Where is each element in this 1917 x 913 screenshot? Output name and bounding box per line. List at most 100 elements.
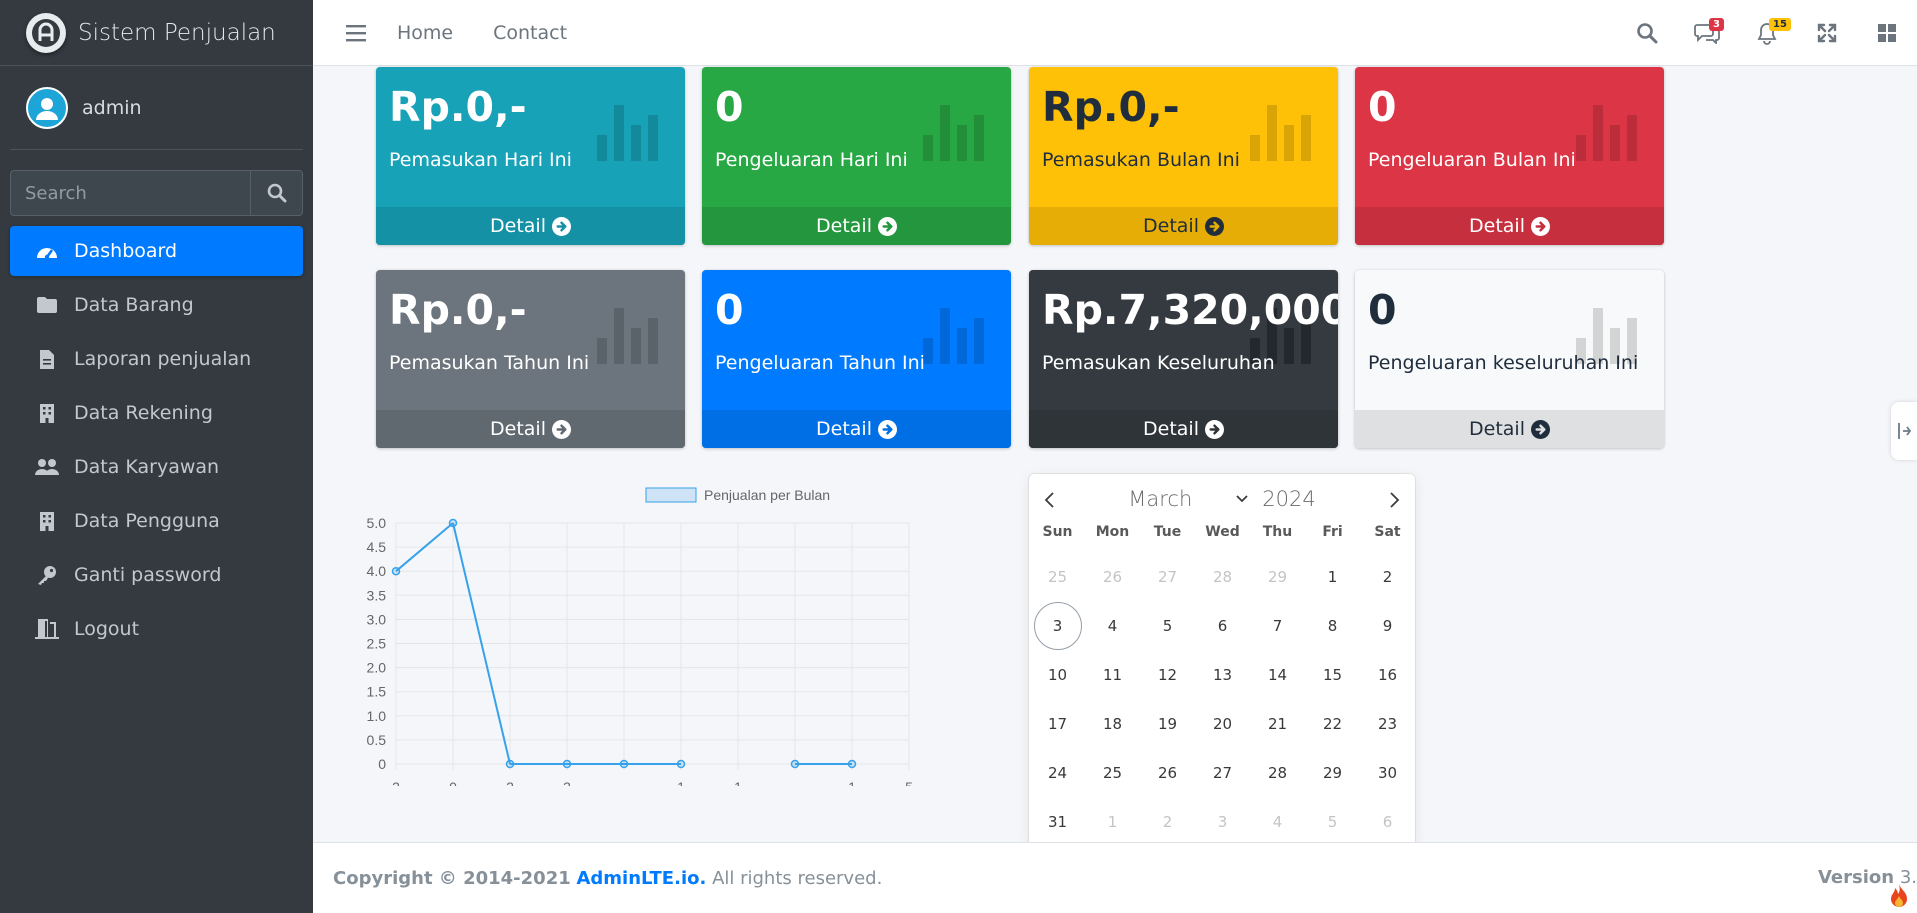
calendar-day[interactable]: 12 <box>1140 650 1195 699</box>
sidebar-item-data-pengguna[interactable]: Data Pengguna <box>10 496 303 546</box>
calendar-day[interactable]: 1 <box>1085 797 1140 846</box>
calendar-day[interactable]: 5 <box>1305 797 1360 846</box>
y-tick-label: 4.0 <box>367 563 387 579</box>
bar-chart-icon <box>1576 105 1637 161</box>
arrow-circle-right-icon <box>877 216 897 236</box>
calendar-day[interactable]: 5 <box>1140 601 1195 650</box>
calendar-day[interactable]: 2 <box>1140 797 1195 846</box>
side-panel-toggle[interactable] <box>1891 402 1917 460</box>
calendar-day[interactable]: 6 <box>1195 601 1250 650</box>
building-icon <box>34 402 60 424</box>
calendar-day[interactable]: 18 <box>1085 699 1140 748</box>
calendar-day[interactable]: 7 <box>1250 601 1305 650</box>
search-icon <box>267 183 286 203</box>
calendar-day[interactable]: 4 <box>1085 601 1140 650</box>
calendar-day[interactable]: 2 <box>1360 552 1415 601</box>
user-panel[interactable]: admin <box>10 66 303 150</box>
nav-link-contact[interactable]: Contact <box>493 22 567 44</box>
detail-link[interactable]: Detail <box>1029 207 1338 245</box>
fullscreen-button[interactable] <box>1797 0 1857 66</box>
calendar-day[interactable]: 15 <box>1305 650 1360 699</box>
menu-toggle-button[interactable] <box>341 24 371 42</box>
calendar-day[interactable]: 30 <box>1360 748 1415 797</box>
detail-link[interactable]: Detail <box>702 410 1011 448</box>
calendar-day[interactable]: 29 <box>1250 552 1305 601</box>
fire-icon <box>1891 884 1907 907</box>
month-label: March <box>1128 487 1193 511</box>
main-sidebar: Sistem Penjualan admin Dashboard <box>0 0 313 913</box>
calendar-day[interactable]: 4 <box>1250 797 1305 846</box>
calendar-day[interactable]: 31 <box>1030 797 1085 846</box>
prev-month-button[interactable] <box>1037 488 1061 512</box>
navbar-search-button[interactable] <box>1617 0 1677 66</box>
calendar-day[interactable]: 23 <box>1360 699 1415 748</box>
detail-link[interactable]: Detail <box>1355 207 1664 245</box>
detail-link[interactable]: Detail <box>376 207 685 245</box>
detail-link[interactable]: Detail <box>1029 410 1338 448</box>
calendar-day[interactable]: 26 <box>1140 748 1195 797</box>
calendar-day[interactable]: 27 <box>1195 748 1250 797</box>
month-select[interactable]: March <box>1128 487 1248 511</box>
calendar-day[interactable]: 16 <box>1360 650 1415 699</box>
nav-link-home[interactable]: Home <box>397 22 453 44</box>
detail-link[interactable]: Detail <box>1355 410 1664 448</box>
building-icon <box>34 510 60 532</box>
user-name[interactable]: admin <box>82 97 142 119</box>
search-input[interactable] <box>10 170 250 216</box>
adminlte-link[interactable]: AdminLTE.io. <box>576 868 706 889</box>
brand-link[interactable]: Sistem Penjualan <box>0 0 313 66</box>
calendar-day[interactable]: 14 <box>1250 650 1305 699</box>
file-icon <box>34 348 60 370</box>
calendar-day[interactable]: 8 <box>1305 601 1360 650</box>
main-footer: Copyright © 2014-2021 AdminLTE.io. All r… <box>313 842 1917 913</box>
sidebar-item-data-karyawan[interactable]: Data Karyawan <box>10 442 303 492</box>
search-button[interactable] <box>250 170 303 216</box>
calendar-day[interactable]: 25 <box>1030 552 1085 601</box>
sidebar-item-data-barang[interactable]: Data Barang <box>10 280 303 330</box>
notifications-button[interactable]: 15 <box>1737 0 1797 66</box>
calendar-day[interactable]: 27 <box>1140 552 1195 601</box>
calendar-day[interactable]: 28 <box>1250 748 1305 797</box>
calendar-day[interactable]: 6 <box>1360 797 1415 846</box>
sidebar-item-label: Dashboard <box>74 240 178 262</box>
calendar-day[interactable]: 10 <box>1030 650 1085 699</box>
calendar-day[interactable]: 3 <box>1195 797 1250 846</box>
copyright-text: Copyright © 2014-2021 <box>333 867 571 889</box>
calendar-day[interactable]: 24 <box>1030 748 1085 797</box>
stat-label: Pemasukan Hari Ini <box>389 149 572 171</box>
control-sidebar-button[interactable] <box>1857 0 1917 66</box>
version-label: Version <box>1817 867 1895 888</box>
sidebar-item-laporan-penjualan[interactable]: Laporan penjualan <box>10 334 303 384</box>
detail-label: Detail <box>490 418 546 440</box>
sidebar-item-logout[interactable]: Logout <box>10 604 303 654</box>
arrow-circle-right-icon <box>877 419 897 439</box>
calendar-day[interactable]: 22 <box>1305 699 1360 748</box>
calendar-day[interactable]: 13 <box>1195 650 1250 699</box>
next-month-button[interactable] <box>1383 488 1407 512</box>
detail-link[interactable]: Detail <box>376 410 685 448</box>
year-input[interactable]: 2024 <box>1262 487 1315 511</box>
calendar-day[interactable]: 11 <box>1085 650 1140 699</box>
messages-button[interactable]: 3 <box>1677 0 1737 66</box>
stat-label: Pengeluaran Hari Ini <box>715 149 908 171</box>
sidebar-item-data-rekening[interactable]: Data Rekening <box>10 388 303 438</box>
calendar-day[interactable]: 25 <box>1085 748 1140 797</box>
calendar-day[interactable]: 29 <box>1305 748 1360 797</box>
sidebar-item-label: Data Barang <box>74 294 194 316</box>
detail-label: Detail <box>490 215 546 237</box>
calendar-day[interactable]: 19 <box>1140 699 1195 748</box>
sidebar-item-ganti-password[interactable]: Ganti password <box>10 550 303 600</box>
detail-label: Detail <box>1143 215 1199 237</box>
calendar-day[interactable]: 9 <box>1360 601 1415 650</box>
stat-label: Pengeluaran Tahun Ini <box>715 352 925 374</box>
calendar-day[interactable]: 21 <box>1250 699 1305 748</box>
calendar-day[interactable]: 28 <box>1195 552 1250 601</box>
calendar-day[interactable]: 1 <box>1305 552 1360 601</box>
calendar-day[interactable]: 20 <box>1195 699 1250 748</box>
calendar-day-today[interactable]: 3 <box>1030 601 1085 650</box>
sidebar-item-dashboard[interactable]: Dashboard <box>10 226 303 276</box>
calendar-day[interactable]: 26 <box>1085 552 1140 601</box>
stat-box-pemasukan-bulan-ini: Rp.0,- Pemasukan Bulan Ini Detail <box>1029 67 1338 245</box>
detail-link[interactable]: Detail <box>702 207 1011 245</box>
calendar-day[interactable]: 17 <box>1030 699 1085 748</box>
